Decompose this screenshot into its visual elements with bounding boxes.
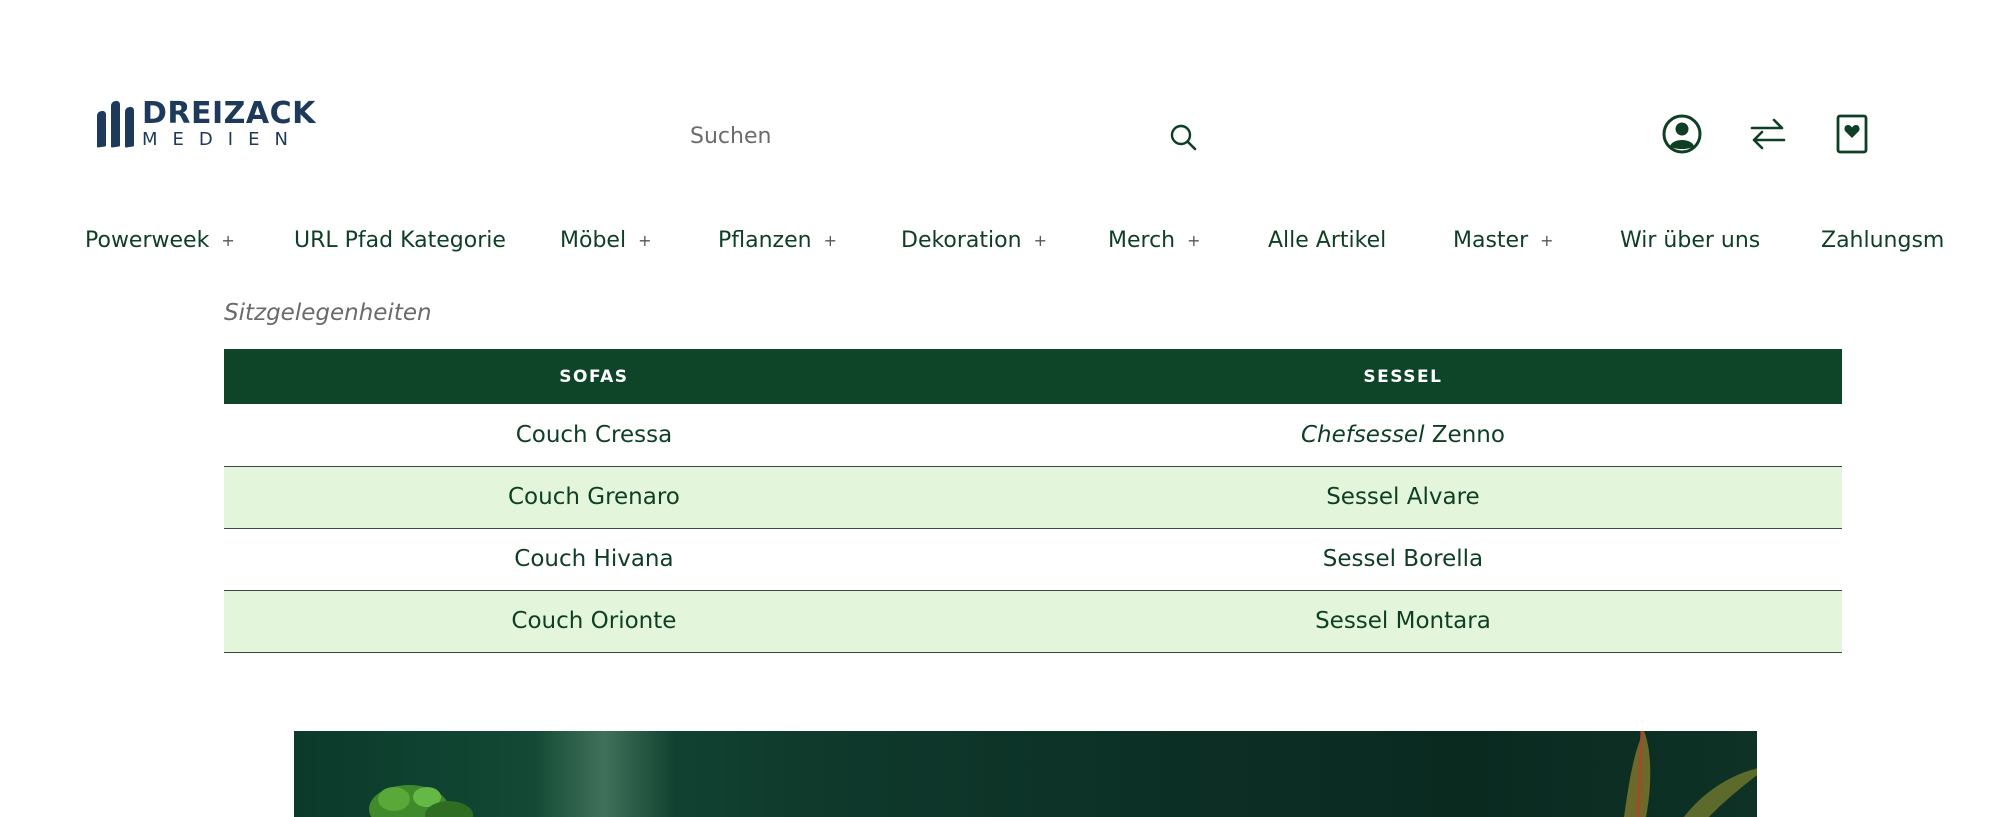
brand-logo[interactable]: DREIZACK MEDIEN	[97, 99, 316, 149]
search-input[interactable]	[672, 123, 1132, 149]
sessel-cell[interactable]: Sessel Borella	[963, 528, 1842, 591]
sessel-cell[interactable]: Sessel Montara	[963, 590, 1842, 653]
banner-light-beam	[534, 731, 674, 817]
wishlist-icon[interactable]	[1830, 112, 1874, 156]
expand-plus-icon: +	[823, 231, 837, 250]
table-row: Couch Grenaro Sessel Alvare	[224, 466, 1842, 529]
products-table: SOFAS SESSEL Couch Cressa Chefsessel Zen…	[224, 349, 1842, 653]
nav-item-label: Dekoration	[901, 228, 1022, 253]
sofa-cell[interactable]: Couch Grenaro	[224, 466, 964, 529]
nav-item-label: Zahlungsm	[1821, 228, 1945, 253]
logo-line-2: MEDIEN	[142, 129, 303, 150]
nav-item-label: URL Pfad Kategorie	[294, 228, 506, 253]
nav-item-label: Powerweek	[85, 228, 210, 253]
table-row: Couch Orionte Sessel Montara	[224, 590, 1842, 653]
nav-item-label: Pflanzen	[718, 228, 812, 253]
search-icon[interactable]	[1168, 122, 1198, 152]
sofa-cell[interactable]: Couch Hivana	[224, 528, 964, 591]
sessel-cell[interactable]: Sessel Alvare	[963, 466, 1842, 529]
nav-item-label: Möbel	[560, 228, 627, 253]
nav-item-alle-artikel[interactable]: Alle Artikel	[1268, 228, 1386, 253]
table-row: Couch Cressa Chefsessel Zenno	[224, 404, 1842, 467]
nav-item-merch[interactable]: Merch +	[1108, 228, 1201, 253]
sofa-cell[interactable]: Couch Cressa	[224, 404, 964, 467]
compare-icon[interactable]	[1746, 112, 1790, 156]
nav-item-dekoration[interactable]: Dekoration +	[901, 228, 1047, 253]
nav-item-url-pfad-kategorie[interactable]: URL Pfad Kategorie	[294, 228, 506, 253]
logo-wordmark: DREIZACK MEDIEN	[142, 99, 316, 149]
nav-item-pflanzen[interactable]: Pflanzen +	[718, 228, 837, 253]
plant-left-image	[369, 785, 473, 817]
account-icon[interactable]	[1660, 112, 1704, 156]
sofa-cell[interactable]: Couch Orionte	[224, 590, 964, 653]
table-header-row: SOFAS SESSEL	[224, 349, 1842, 404]
column-header-sessel: SESSEL	[963, 349, 1842, 404]
expand-plus-icon: +	[1187, 231, 1201, 250]
main-navigation: Powerweek + URL Pfad Kategorie Möbel + P…	[0, 228, 2000, 264]
search-bar	[672, 108, 1210, 164]
expand-plus-icon: +	[1033, 231, 1047, 250]
nav-item-label: Alle Artikel	[1268, 228, 1387, 253]
nav-item-wir-ueber-uns[interactable]: Wir über uns	[1620, 228, 1760, 253]
plant-right-image	[1624, 731, 1757, 817]
column-header-sofas: SOFAS	[224, 349, 964, 404]
nav-item-master[interactable]: Master +	[1453, 228, 1554, 253]
expand-plus-icon: +	[221, 231, 235, 250]
sessel-cell[interactable]: Chefsessel Zenno	[963, 404, 1842, 467]
expand-plus-icon: +	[1540, 231, 1554, 250]
nav-item-moebel[interactable]: Möbel +	[560, 228, 651, 253]
nav-item-label: Master	[1453, 228, 1529, 253]
hero-banner-image	[294, 731, 1757, 817]
logo-mark-icon	[97, 100, 134, 148]
nav-item-powerweek[interactable]: Powerweek +	[85, 228, 235, 253]
sessel-text: Zenno	[1431, 421, 1505, 448]
nav-item-zahlungsmethoden[interactable]: Zahlungsm	[1821, 228, 1944, 253]
sessel-italic-text: Chefsessel	[1300, 421, 1425, 448]
nav-item-label: Merch	[1108, 228, 1176, 253]
expand-plus-icon: +	[638, 231, 652, 250]
section-heading: Sitzgelegenheiten	[224, 300, 432, 326]
logo-line-1: DREIZACK	[142, 96, 316, 131]
nav-item-label: Wir über uns	[1620, 228, 1761, 253]
table-row: Couch Hivana Sessel Borella	[224, 528, 1842, 591]
